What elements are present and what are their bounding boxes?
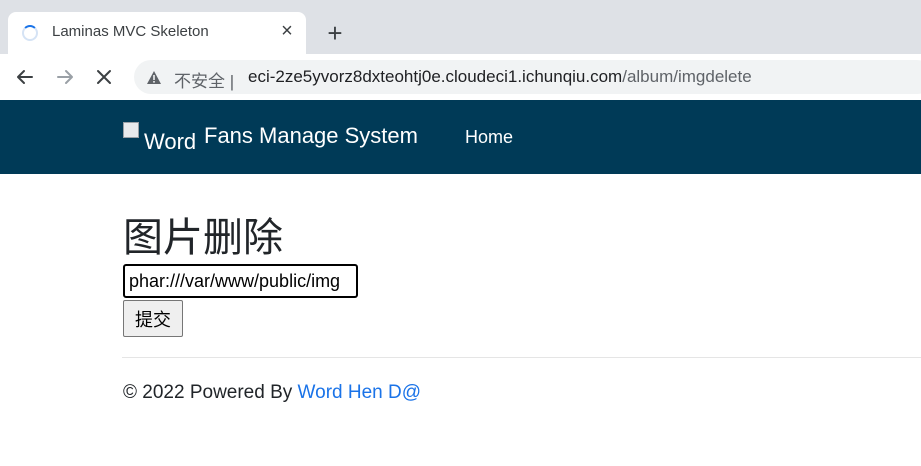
address-bar[interactable]: 不安全 | eci-2ze5yvorz8dxteohtj0e.cloudeci1… [134,60,921,94]
back-arrow-icon[interactable] [10,62,40,92]
image-path-input[interactable] [123,264,358,298]
browser-toolbar: 不安全 | eci-2ze5yvorz8dxteohtj0e.cloudeci1… [0,54,921,101]
url-host: eci-2ze5yvorz8dxteohtj0e.cloudeci1.ichun… [248,67,623,86]
submit-button[interactable]: 提交 [123,300,183,337]
insecure-label: 不安全 | [174,72,235,91]
footer-divider [122,357,921,358]
footer-copyright: © 2022 Powered By [123,382,298,403]
warning-icon[interactable] [146,70,162,85]
loading-spinner-icon [22,25,38,41]
footer-link[interactable]: Word Hen D@ [298,382,421,403]
brand-logo-alt: Word [144,129,197,154]
brand-logo-image[interactable]: Word [123,122,203,154]
nav-home-link[interactable]: Home [465,127,513,148]
url-path: /album/imgdelete [622,67,752,86]
stop-loading-icon[interactable] [89,62,119,92]
brand-name[interactable]: Fans Manage System [204,123,418,149]
plus-icon[interactable]: + [322,20,348,46]
tab-title: Laminas MVC Skeleton [52,23,209,40]
browser-tab[interactable]: Laminas MVC Skeleton × [8,12,306,54]
broken-image-icon [123,122,139,138]
browser-tab-strip: Laminas MVC Skeleton × + [0,0,921,54]
footer: © 2022 Powered By Word Hen D@ [123,382,421,404]
page-title: 图片删除 [123,216,283,260]
site-navbar: Word Fans Manage System Home [0,100,921,174]
forward-arrow-icon[interactable] [50,62,80,92]
url-text[interactable]: eci-2ze5yvorz8dxteohtj0e.cloudeci1.ichun… [248,67,752,87]
close-icon[interactable]: × [276,20,298,42]
